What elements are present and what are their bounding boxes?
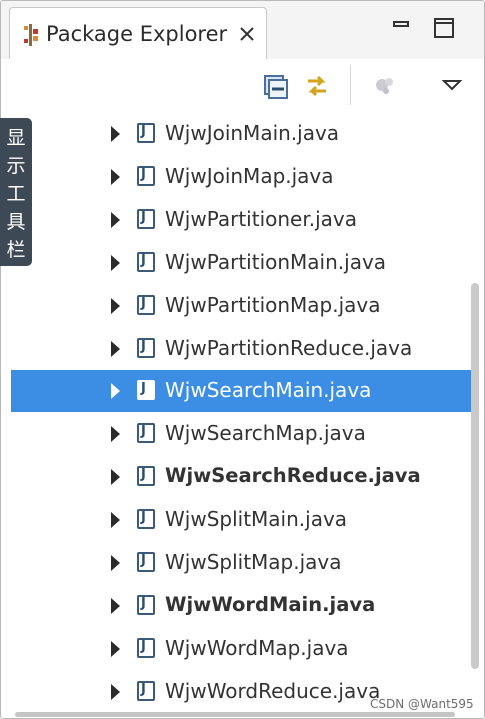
view-title: Package Explorer [46, 22, 228, 46]
java-file-icon [137, 209, 155, 229]
expand-arrow-icon[interactable] [111, 684, 120, 700]
tree-item[interactable]: WjwJoinMap.java [11, 156, 479, 198]
close-icon[interactable] [237, 24, 257, 44]
tree-item-label: WjwWordReduce.java [165, 679, 381, 703]
java-file-icon [137, 380, 155, 400]
show-toolbar-side-tab[interactable]: 显示工具栏 [0, 118, 32, 266]
tree-item-label: WjwSearchMap.java [165, 421, 366, 445]
side-tab-label: 显示工具栏 [6, 127, 26, 261]
java-file-icon [137, 466, 155, 486]
maximize-icon[interactable] [431, 15, 457, 41]
expand-arrow-icon[interactable] [111, 212, 120, 228]
tree-item-selected[interactable]: WjwSearchMain.java [11, 370, 479, 412]
vertical-scrollbar[interactable] [471, 283, 479, 669]
package-explorer-icon [24, 24, 38, 46]
expand-arrow-icon[interactable] [111, 169, 120, 185]
package-tree: WjwJoinMain.java WjwJoinMap.java WjwPart… [1, 111, 479, 711]
java-file-icon [137, 295, 155, 315]
horizontal-scrollbar[interactable] [15, 712, 455, 717]
tree-item-label: WjwJoinMain.java [165, 121, 340, 145]
expand-arrow-icon[interactable] [111, 598, 120, 614]
view-tab-bar: Package Explorer [1, 1, 484, 60]
tree-item-label: WjwSplitMap.java [165, 550, 342, 574]
expand-arrow-icon[interactable] [111, 341, 120, 357]
java-file-icon [137, 423, 155, 443]
package-explorer-view: Package Explorer J WjwJoinMain.java J Wj… [0, 0, 485, 719]
tree-item-label: WjwPartitionMap.java [165, 293, 381, 317]
tree-item[interactable]: WjwPartitionReduce.java [11, 328, 479, 370]
tree-item-label: WjwSearchReduce.java [165, 464, 421, 487]
minimize-icon[interactable] [388, 15, 414, 41]
toolbar-separator [350, 65, 351, 105]
view-toolbar [1, 59, 484, 111]
expand-arrow-icon[interactable] [111, 298, 120, 314]
java-file-icon [137, 252, 155, 272]
expand-arrow-icon[interactable] [111, 641, 120, 657]
tree-item[interactable]: WjwWordMap.java [11, 628, 479, 670]
focus-on-active-task-icon[interactable] [371, 71, 401, 101]
collapse-all-icon[interactable] [260, 71, 290, 101]
tree-item-label: WjwSplitMain.java [165, 507, 348, 531]
java-file-icon [137, 595, 155, 615]
tree-item[interactable]: WjwSplitMap.java [11, 542, 479, 584]
expand-arrow-icon[interactable] [111, 512, 120, 528]
expand-arrow-icon[interactable] [111, 555, 120, 571]
tree-item[interactable]: WjwSearchMap.java [11, 413, 479, 455]
expand-arrow-icon[interactable] [111, 126, 120, 142]
tree-item-label: WjwWordMain.java [165, 593, 376, 616]
tree-item[interactable]: WjwSplitMain.java [11, 499, 479, 541]
tree-item[interactable]: WjwWordMain.java [11, 585, 479, 627]
tree-item-label: WjwPartitionReduce.java [165, 336, 413, 360]
java-file-icon [137, 552, 155, 572]
tree-item-label: WjwPartitioner.java [165, 207, 357, 231]
expand-arrow-icon[interactable] [111, 255, 120, 271]
package-explorer-tab[interactable]: Package Explorer [9, 7, 267, 60]
tree-item[interactable]: WjwSearchReduce.java [11, 456, 479, 498]
java-file-icon [137, 166, 155, 186]
watermark: CSDN @Want595 [370, 697, 474, 711]
tree-item[interactable]: WjwJoinMain.java [11, 113, 479, 155]
tree-item[interactable]: WjwPartitionMap.java [11, 285, 479, 327]
tree-item-label: WjwSearchMain.java [165, 378, 372, 402]
java-file-icon [137, 123, 155, 143]
view-menu-icon[interactable] [438, 71, 468, 101]
tree-item-label: WjwJoinMap.java [165, 164, 334, 188]
java-file-icon [137, 338, 155, 358]
expand-arrow-icon[interactable] [111, 469, 120, 485]
tree-item-label: WjwPartitionMain.java [165, 250, 387, 274]
tree-item[interactable]: WjwPartitioner.java [11, 199, 479, 241]
link-with-editor-icon[interactable] [302, 71, 332, 101]
java-file-icon [137, 681, 155, 701]
java-file-icon [137, 638, 155, 658]
tree-item-label: WjwWordMap.java [165, 636, 349, 660]
expand-arrow-icon[interactable] [111, 383, 120, 399]
expand-arrow-icon[interactable] [111, 426, 120, 442]
java-file-icon [137, 509, 155, 529]
tree-item[interactable]: WjwPartitionMain.java [11, 242, 479, 284]
